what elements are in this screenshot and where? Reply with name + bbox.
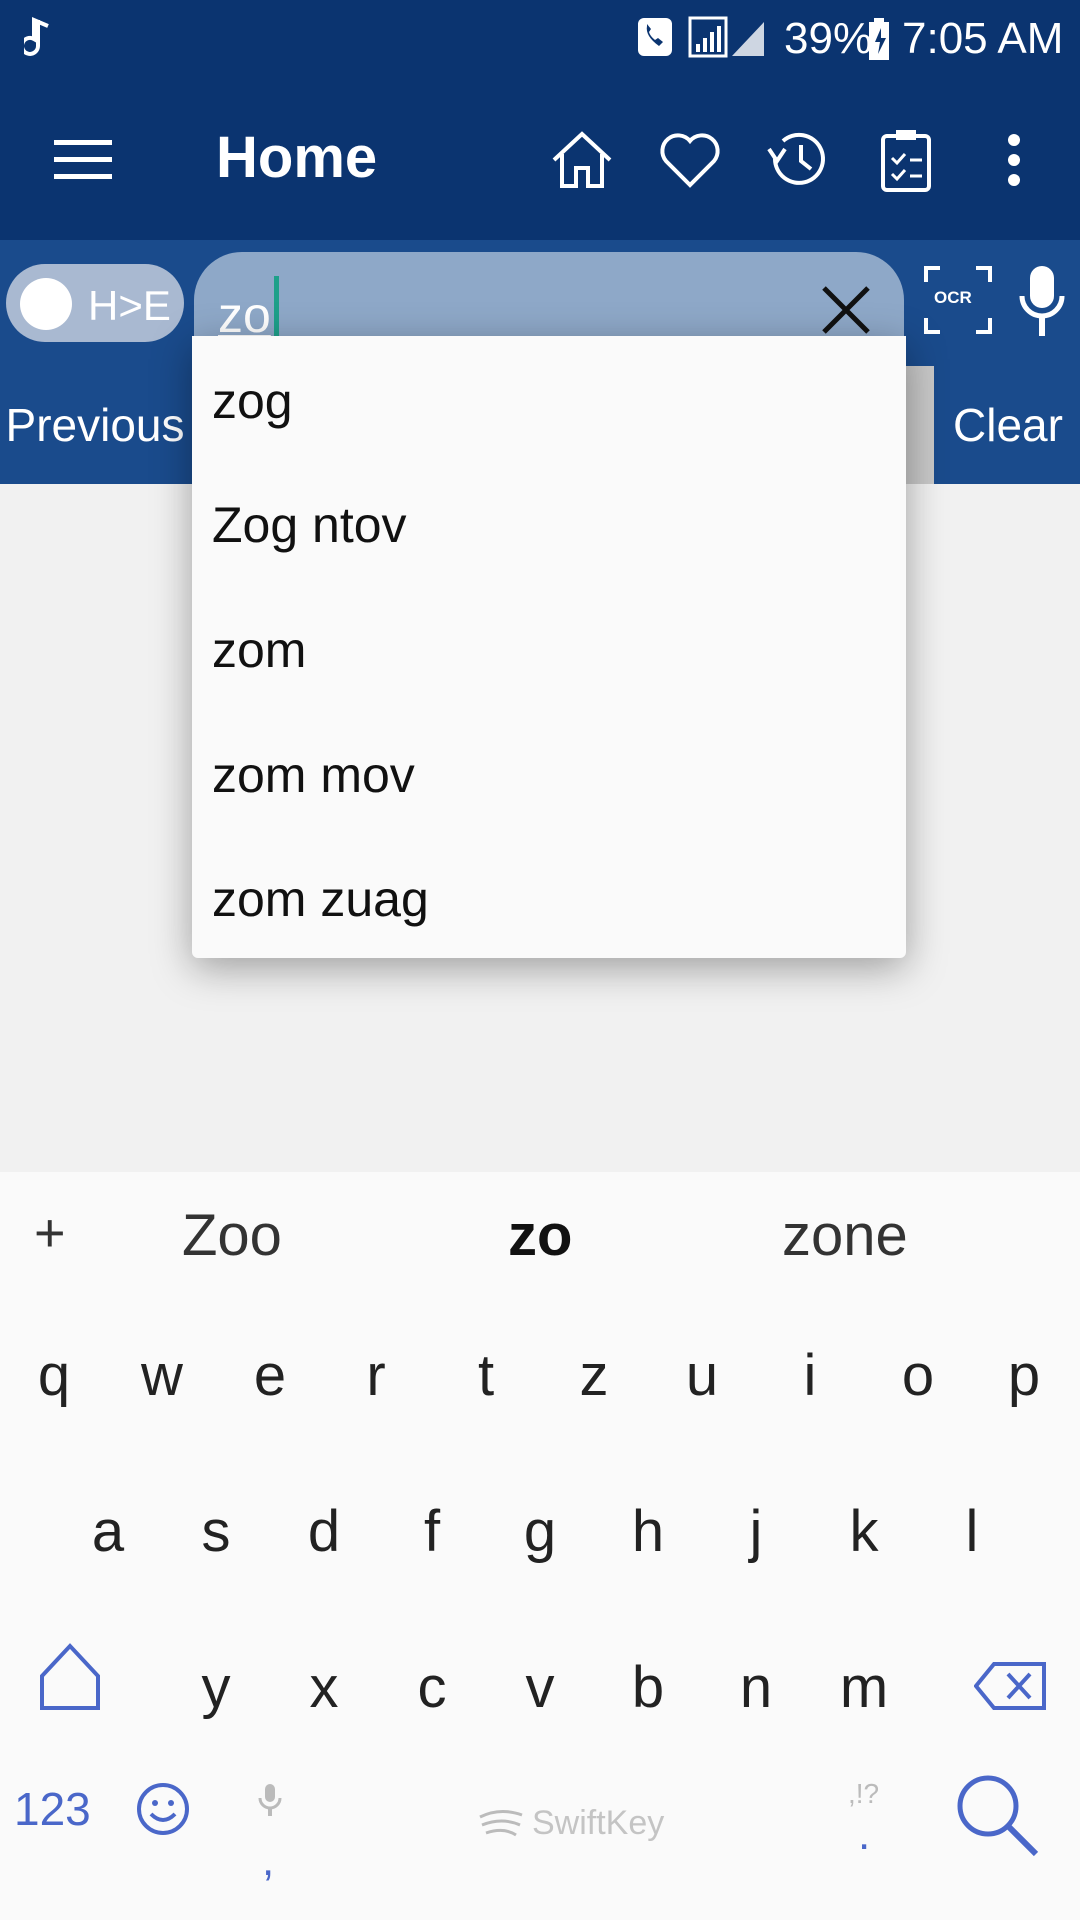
shift-icon[interactable] bbox=[38, 1642, 102, 1712]
search-icon[interactable] bbox=[954, 1772, 1040, 1858]
text-caret bbox=[274, 276, 279, 344]
key-q[interactable]: q bbox=[14, 1342, 94, 1409]
numbers-key[interactable]: 123 bbox=[14, 1782, 91, 1836]
key-a[interactable]: a bbox=[68, 1498, 148, 1565]
menu-icon[interactable] bbox=[44, 120, 124, 200]
prediction-1[interactable]: Zoo bbox=[182, 1202, 282, 1269]
suggestion-dropdown: zog Zog ntov zom zom mov zom zuag bbox=[192, 336, 906, 958]
key-z[interactable]: z bbox=[554, 1342, 634, 1409]
keyboard: + Zoo zo zone q w e r t z u i o p a s d … bbox=[0, 1172, 1080, 1920]
heart-icon[interactable] bbox=[650, 120, 730, 200]
spacebar-brand: SwiftKey bbox=[532, 1804, 665, 1842]
key-s[interactable]: s bbox=[176, 1498, 256, 1565]
key-i[interactable]: i bbox=[770, 1342, 850, 1409]
home-icon[interactable] bbox=[542, 120, 622, 200]
ocr-label: OCR bbox=[934, 288, 972, 307]
battery-icon bbox=[869, 18, 889, 60]
key-b[interactable]: b bbox=[608, 1654, 688, 1721]
add-word-button[interactable]: + bbox=[34, 1202, 66, 1264]
key-w[interactable]: w bbox=[122, 1342, 202, 1409]
key-e[interactable]: e bbox=[230, 1342, 310, 1409]
suggestion-item[interactable]: Zog ntov bbox=[212, 496, 407, 554]
suggestion-item[interactable]: zom bbox=[212, 621, 306, 679]
emoji-icon[interactable] bbox=[136, 1782, 190, 1836]
key-d[interactable]: d bbox=[284, 1498, 364, 1565]
key-x[interactable]: x bbox=[284, 1654, 364, 1721]
app-toolbar: Home bbox=[0, 80, 1080, 240]
prediction-3[interactable]: zone bbox=[782, 1202, 908, 1269]
toggle-label: H>E bbox=[88, 282, 171, 329]
suggestion-item[interactable]: zom mov bbox=[212, 746, 415, 804]
swiftkey-logo-icon bbox=[479, 1809, 523, 1836]
previous-button[interactable]: Previous bbox=[0, 366, 190, 484]
key-o[interactable]: o bbox=[878, 1342, 958, 1409]
key-l[interactable]: l bbox=[932, 1498, 1012, 1565]
clipboard-icon[interactable] bbox=[866, 120, 946, 200]
phone-icon bbox=[638, 18, 672, 56]
comma-key[interactable]: , bbox=[262, 1836, 274, 1886]
backspace-icon[interactable] bbox=[974, 1660, 1048, 1712]
key-m[interactable]: m bbox=[824, 1654, 904, 1721]
key-g[interactable]: g bbox=[500, 1498, 580, 1565]
clock: 7:05 AM bbox=[902, 14, 1064, 63]
battery-percent: 39% bbox=[784, 14, 873, 63]
suggestion-item[interactable]: zom zuag bbox=[212, 870, 429, 928]
key-k[interactable]: k bbox=[824, 1498, 904, 1565]
key-f[interactable]: f bbox=[392, 1498, 472, 1565]
history-icon[interactable] bbox=[758, 120, 838, 200]
prediction-2[interactable]: zo bbox=[508, 1202, 572, 1269]
key-v[interactable]: v bbox=[500, 1654, 580, 1721]
divider bbox=[904, 366, 934, 484]
page-title: Home bbox=[216, 125, 378, 190]
status-bar: 39% 7:05 AM bbox=[0, 0, 1080, 80]
key-u[interactable]: u bbox=[662, 1342, 742, 1409]
more-icon[interactable] bbox=[974, 120, 1054, 200]
music-note-icon bbox=[24, 16, 49, 56]
ocr-scan-icon[interactable]: OCR bbox=[924, 266, 992, 334]
language-toggle[interactable]: H>E bbox=[6, 264, 184, 342]
clear-button[interactable]: Clear bbox=[936, 366, 1080, 484]
key-h[interactable]: h bbox=[608, 1498, 688, 1565]
spacebar[interactable]: SwiftKey bbox=[476, 1804, 664, 1843]
key-c[interactable]: c bbox=[392, 1654, 472, 1721]
signal-icon bbox=[688, 16, 764, 58]
period-key[interactable]: . bbox=[858, 1810, 870, 1860]
key-n[interactable]: n bbox=[716, 1654, 796, 1721]
toggle-knob bbox=[20, 278, 72, 330]
key-t[interactable]: t bbox=[446, 1342, 526, 1409]
microphone-icon[interactable] bbox=[1016, 262, 1068, 342]
punctuation-hint: ,!? bbox=[848, 1778, 880, 1809]
suggestion-item[interactable]: zog bbox=[212, 372, 293, 430]
voice-hint-icon bbox=[258, 1784, 282, 1816]
key-r[interactable]: r bbox=[336, 1342, 416, 1409]
key-p[interactable]: p bbox=[984, 1342, 1064, 1409]
key-j[interactable]: j bbox=[716, 1498, 796, 1565]
key-y[interactable]: y bbox=[176, 1654, 256, 1721]
